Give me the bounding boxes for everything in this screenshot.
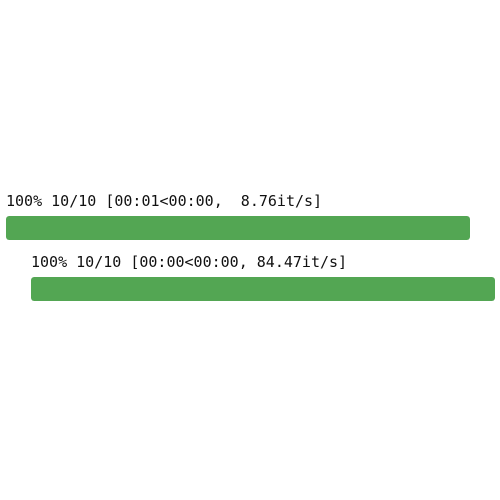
progress-bar-2: 100% 10/10 [00:00<00:00, 84.47it/s]	[31, 253, 495, 301]
progress-status-text: 100% 10/10 [00:00<00:00, 84.47it/s]	[31, 253, 348, 271]
progress-status-text: 100% 10/10 [00:01<00:00, 8.76it/s]	[6, 192, 323, 210]
progress-fill	[6, 216, 470, 240]
progress-fill	[31, 277, 495, 301]
progress-track	[6, 216, 470, 240]
progress-bar-1: 100% 10/10 [00:01<00:00, 8.76it/s]	[6, 192, 470, 240]
progress-track	[31, 277, 495, 301]
